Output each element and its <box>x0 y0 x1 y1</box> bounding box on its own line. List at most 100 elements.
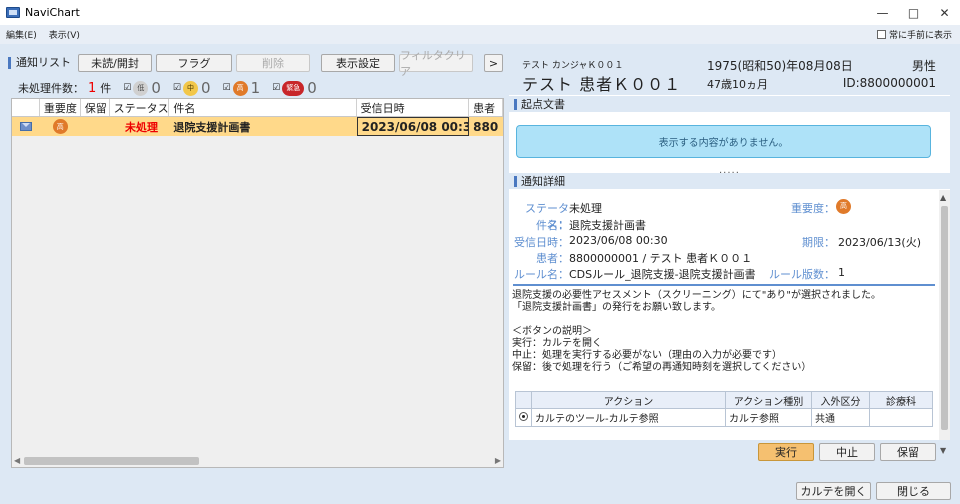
row-received-cell: 2023/06/08 00:30 <box>356 117 470 136</box>
priority-urgent-badge: 緊急 <box>282 80 305 96</box>
filter-low[interactable]: ☑ 低 0 <box>123 79 161 97</box>
filter-low-check-icon[interactable]: ☑ <box>123 83 131 93</box>
action-type-cell: カルテ参照 <box>725 408 812 427</box>
action-col-select <box>515 391 532 409</box>
patient-header: テスト カンジャＫ００１ テスト 患者Ｋ００１ 1975(昭和50)年08月08… <box>509 52 950 95</box>
cancel-button[interactable]: 中止 <box>819 443 875 461</box>
app-icon <box>6 7 20 18</box>
patient-name: テスト 患者Ｋ００１ <box>522 75 682 94</box>
notification-message: 退院支援の必要性アセスメント（スクリーニング）にて"あり"が選択されました。 「… <box>512 290 881 373</box>
hold-button[interactable]: 保留 <box>880 443 936 461</box>
pending-count-row: 未処理件数： 1 件 ☑ 低 0 ☑ 中 0 ☑ 高 1 ☑ 緊急 0 <box>18 79 317 97</box>
detail-panel: テスト カンジャＫ００１ テスト 患者Ｋ００１ 1975(昭和50)年08月08… <box>509 52 950 468</box>
row-subject-cell: 退院支援計画書 <box>173 120 251 134</box>
filter-high[interactable]: ☑ 高 1 <box>223 79 261 97</box>
priority-label: 重要度： <box>791 202 835 215</box>
received-value: 2023/06/08 00:30 <box>569 234 668 247</box>
col-status[interactable]: ステータス <box>110 99 170 116</box>
col-icon <box>12 99 40 116</box>
col-received[interactable]: 受信日時 <box>357 99 470 116</box>
col-hold[interactable]: 保留 <box>81 99 110 116</box>
action-radio[interactable] <box>519 411 528 421</box>
col-patient[interactable]: 患者 <box>469 99 503 116</box>
patient-birthdate: 1975(昭和50)年08月08日 <box>707 59 853 73</box>
filter-mid[interactable]: ☑ 中 0 <box>173 79 211 97</box>
status-value: 未処理 <box>569 202 602 215</box>
pending-unit: 件 <box>100 82 112 95</box>
action-col-type: アクション種別 <box>725 391 812 409</box>
close-button[interactable]: 閉じる <box>876 482 951 500</box>
close-icon[interactable]: ✕ <box>929 0 960 25</box>
minimize-icon[interactable]: — <box>867 0 898 25</box>
action-dept-cell <box>869 408 933 427</box>
scroll-up-icon[interactable]: ▲ <box>940 193 946 202</box>
always-on-top-toggle[interactable]: 常に手前に表示 <box>876 28 952 41</box>
filter-urgent-count: 0 <box>307 79 317 97</box>
action-inout-cell: 共通 <box>811 408 870 427</box>
detail-title: 通知詳細 <box>514 175 565 187</box>
rule-version-value: 1 <box>838 266 845 279</box>
scroll-down-icon[interactable]: ▼ <box>940 446 946 455</box>
filter-mid-check-icon[interactable]: ☑ <box>173 83 181 93</box>
filter-high-count: 1 <box>250 79 261 97</box>
horizontal-scroll-thumb[interactable] <box>24 457 199 465</box>
expand-button[interactable]: > <box>484 54 503 72</box>
scroll-right-icon[interactable]: ▶ <box>495 456 501 465</box>
execute-button[interactable]: 実行 <box>758 443 814 461</box>
menu-view[interactable]: 表示(V) <box>43 28 86 41</box>
row-status-cell: 未処理 <box>124 120 158 134</box>
priority-high-badge: 高 <box>232 80 248 96</box>
rule-version-label: ルール版数： <box>769 268 835 281</box>
action-radio-cell[interactable] <box>515 408 532 427</box>
col-priority[interactable]: 重要度 <box>40 99 81 116</box>
menu-edit[interactable]: 編集(E) <box>0 28 43 41</box>
unread-open-button[interactable]: 未読/開封 <box>78 54 152 72</box>
row-priority-cell: 高 <box>40 117 81 136</box>
notification-grid: 重要度 保留 ステータス 件名 受信日時 患者 高 未処理 退院支援計画書 20… <box>11 98 504 468</box>
notification-list-panel: 通知リスト 未読/開封 フラグ 削除 表示設定 フィルタクリア > 未処理件数：… <box>8 49 505 468</box>
patient-value: 8800000001 / テスト 患者Ｋ００１ <box>569 252 753 265</box>
col-subject[interactable]: 件名 <box>169 99 357 116</box>
patient-label: 患者： <box>536 252 569 265</box>
table-row[interactable]: 高 未処理 退院支援計画書 2023/06/08 00:30 880 <box>12 117 503 136</box>
detail-vertical-scrollbar[interactable]: ▲ <box>939 190 950 442</box>
action-table-header: アクション アクション種別 入外区分 診療科 <box>515 391 933 409</box>
open-chart-button[interactable]: カルテを開く <box>796 482 871 500</box>
priority-value: 高 <box>836 198 851 214</box>
always-on-top-checkbox[interactable] <box>876 30 886 39</box>
window-controls: — □ ✕ <box>867 0 960 25</box>
filter-urgent[interactable]: ☑ 緊急 0 <box>272 79 317 97</box>
maximize-icon[interactable]: □ <box>898 0 929 25</box>
patient-kana: テスト カンジャＫ００１ <box>522 61 624 71</box>
filter-clear-button[interactable]: フィルタクリア <box>399 49 473 78</box>
action-name-cell: カルテのツール-カルテ参照 <box>531 408 726 427</box>
action-button-bar: 実行 中止 保留 ▼ <box>509 440 950 468</box>
received-label: 受信日時： <box>514 236 569 249</box>
filter-urgent-check-icon[interactable]: ☑ <box>272 83 280 93</box>
list-title: 通知リスト <box>8 57 71 69</box>
rule-value: CDSルール_退院支援-退院支援計画書 <box>569 268 756 281</box>
scroll-left-icon[interactable]: ◀ <box>14 456 20 465</box>
filter-high-check-icon[interactable]: ☑ <box>223 83 231 93</box>
priority-low-badge: 低 <box>133 80 149 96</box>
vertical-scroll-thumb[interactable] <box>941 206 948 430</box>
deadline-value: 2023/06/13(火) <box>838 236 921 249</box>
source-doc-title: 起点文書 <box>514 98 565 110</box>
action-table: アクション アクション種別 入外区分 診療科 カルテのツール-カルテ参照 カルテ… <box>515 391 933 427</box>
filter-low-count: 0 <box>151 79 161 97</box>
mail-icon <box>20 122 32 131</box>
action-col-inout: 入外区分 <box>811 391 870 409</box>
source-doc-header: 起点文書 <box>509 96 950 112</box>
detail-content: ステータス： 未処理 重要度： 高 件名： 退院支援計画書 受信日時： 2023… <box>509 190 939 442</box>
grid-header: 重要度 保留 ステータス 件名 受信日時 患者 <box>12 99 503 117</box>
action-row[interactable]: カルテのツール-カルテ参照 カルテ参照 共通 <box>515 408 933 427</box>
delete-button[interactable]: 削除 <box>236 54 310 72</box>
display-settings-button[interactable]: 表示設定 <box>321 54 395 72</box>
always-on-top-label: 常に手前に表示 <box>888 31 952 41</box>
horizontal-scrollbar[interactable]: ◀ ▶ <box>12 455 503 467</box>
source-doc-empty: 表示する内容がありません。 <box>516 125 931 158</box>
action-col-dept: 診療科 <box>869 391 933 409</box>
flag-button[interactable]: フラグ <box>156 54 232 72</box>
subject-value: 退院支援計画書 <box>569 219 646 232</box>
detail-divider <box>513 284 935 286</box>
